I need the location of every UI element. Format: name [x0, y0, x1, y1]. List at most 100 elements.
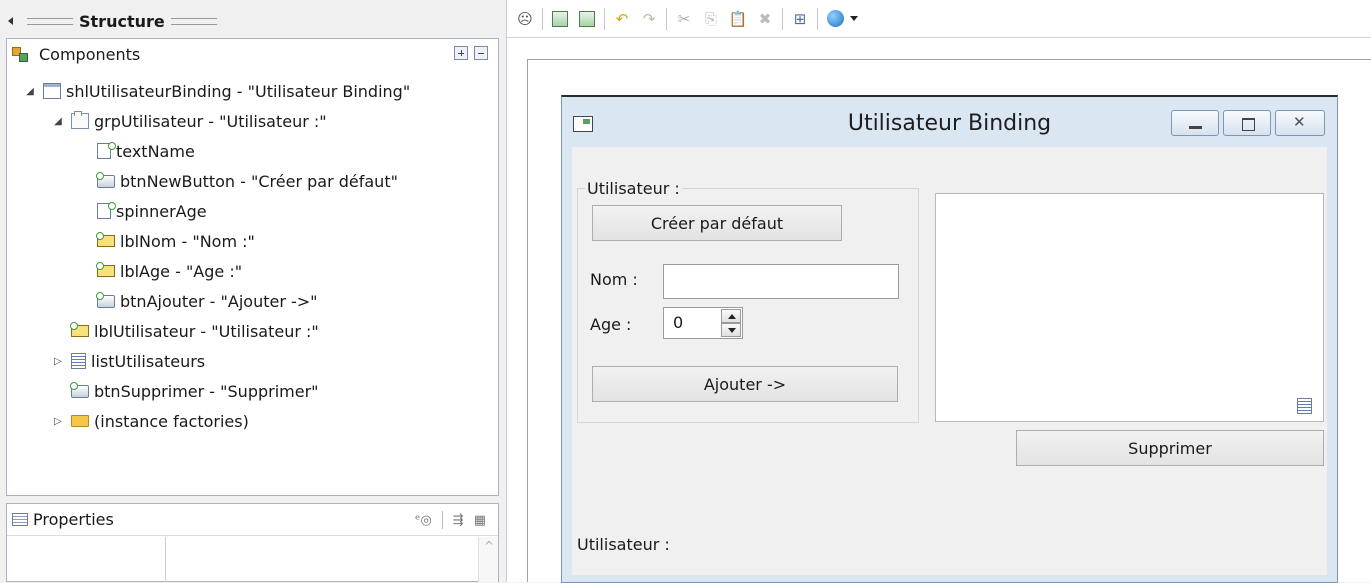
- delete-button[interactable]: Supprimer: [1016, 430, 1324, 466]
- chevron-down-icon[interactable]: [850, 16, 858, 21]
- designer-toolbar: ☹ ↶ ↷ ✂ ⎘ 📋 ✖ ⊞: [507, 0, 1371, 38]
- drag-grip-icon[interactable]: [170, 17, 217, 25]
- tree-item-label: lblUtilisateur - "Utilisateur :": [94, 321, 319, 341]
- button-icon: [96, 291, 115, 308]
- user-summary-label: Utilisateur :: [577, 535, 670, 554]
- delete-icon[interactable]: ✖: [755, 9, 775, 29]
- tree-item-group[interactable]: ◢ grpUtilisateur - "Utilisateur :": [53, 106, 327, 136]
- create-default-button[interactable]: Créer par défaut: [592, 205, 842, 241]
- look-and-feel-icon[interactable]: [825, 9, 845, 29]
- name-field[interactable]: [663, 264, 899, 299]
- tree-item-label: btnAjouter - "Ajouter ->": [120, 291, 318, 311]
- tree-item-label: lblNom - "Nom :": [120, 231, 255, 251]
- window-titlebar[interactable]: Utilisateur Binding: [562, 97, 1337, 147]
- tree-item-lblnom[interactable]: lblNom - "Nom :": [96, 226, 255, 256]
- collapsed-arrow-icon[interactable]: ▷: [53, 416, 63, 427]
- label-icon: [96, 262, 115, 277]
- structure-title: Structure: [79, 11, 165, 31]
- collapse-left-icon[interactable]: [8, 17, 13, 25]
- label-icon: [70, 322, 89, 337]
- name-label: Nom :: [590, 270, 638, 289]
- tree-item-spinnerage[interactable]: spinnerAge: [97, 196, 207, 226]
- tree-item-listutilisateurs[interactable]: ▷ listUtilisateurs: [53, 346, 205, 376]
- button-icon: [96, 171, 115, 188]
- goto-definition-icon[interactable]: ⇶: [453, 513, 464, 528]
- components-header: Components: [7, 39, 498, 69]
- tree-item-btnajouter[interactable]: btnAjouter - "Ajouter ->": [96, 286, 318, 316]
- tree-item-shell[interactable]: ◢ shlUtilisateurBinding - "Utilisateur B…: [25, 76, 410, 106]
- tree-item-btnnewbutton[interactable]: btnNewButton - "Créer par défaut": [96, 166, 398, 196]
- list-icon: [71, 353, 86, 369]
- properties-label: Properties: [33, 510, 114, 529]
- toolbar-separator: [441, 511, 443, 529]
- drag-grip-icon[interactable]: [27, 17, 73, 25]
- designer-editor: ☹ ↶ ↷ ✂ ⎘ 📋 ✖ ⊞ Utilisateur Binding ✕ Ut…: [506, 0, 1371, 583]
- components-label: Components: [39, 44, 141, 64]
- redo-icon[interactable]: ↷: [639, 9, 659, 29]
- tree-item-label: btnNewButton - "Créer par défaut": [120, 171, 398, 191]
- collapse-all-icon[interactable]: [474, 46, 488, 60]
- refresh-icon[interactable]: [577, 9, 597, 29]
- tree-item-lblutilisateur[interactable]: lblUtilisateur - "Utilisateur :": [70, 316, 319, 346]
- cut-icon[interactable]: ✂: [674, 9, 694, 29]
- expanded-arrow-icon[interactable]: ◢: [53, 116, 63, 127]
- toolbar-separator: [604, 7, 605, 30]
- user-group-title: Utilisateur :: [585, 179, 682, 198]
- paste-icon[interactable]: 📋: [728, 9, 748, 29]
- window-client-area: Utilisateur : Créer par défaut Nom : Age…: [572, 147, 1327, 575]
- properties-icon: [12, 513, 28, 526]
- copy-icon[interactable]: ⎘: [701, 9, 721, 29]
- test-preview-icon[interactable]: ☹: [515, 9, 535, 29]
- toolbar-separator: [666, 7, 667, 30]
- design-canvas[interactable]: Utilisateur Binding Utilisateur : Créer …: [527, 59, 1371, 583]
- collapsed-arrow-icon[interactable]: ▷: [53, 356, 63, 367]
- column-divider: [165, 537, 166, 582]
- tree-item-instance-factories[interactable]: ▷ (instance factories): [53, 406, 249, 436]
- tree-item-label: shlUtilisateurBinding - "Utilisateur Bin…: [66, 81, 411, 101]
- spinner-icon: [97, 202, 116, 219]
- show-advanced-icon[interactable]: ▦: [474, 513, 486, 528]
- age-spinner[interactable]: 0: [663, 307, 743, 339]
- tree-item-label: spinnerAge: [116, 201, 207, 221]
- button-icon: [70, 381, 89, 398]
- components-icon: [12, 47, 28, 62]
- expand-all-icon[interactable]: [454, 46, 468, 60]
- age-label: Age :: [590, 315, 632, 334]
- label-icon: [96, 232, 115, 247]
- tree-item-label: lblAge - "Age :": [120, 261, 243, 281]
- properties-table[interactable]: [7, 537, 498, 582]
- bindings-icon[interactable]: [550, 9, 570, 29]
- folder-icon: [71, 415, 89, 427]
- toolbar-separator: [817, 7, 818, 30]
- structure-panel: Structure Components ◢ shlUtilisateurBin…: [0, 0, 506, 582]
- tree-item-lblage[interactable]: lblAge - "Age :": [96, 256, 243, 286]
- tree-item-label: btnSupprimer - "Supprimer": [94, 381, 319, 401]
- tree-item-label: (instance factories): [94, 411, 249, 431]
- text-field-icon: [97, 142, 116, 159]
- expanded-arrow-icon[interactable]: ◢: [25, 86, 35, 97]
- vertical-scrollbar[interactable]: [478, 537, 498, 582]
- maximize-button[interactable]: [1223, 110, 1271, 136]
- group-icon: [71, 111, 89, 129]
- users-list[interactable]: [935, 193, 1324, 422]
- add-button[interactable]: Ajouter ->: [592, 366, 898, 402]
- tree-item-label: grpUtilisateur - "Utilisateur :": [94, 111, 327, 131]
- properties-header: Properties ᵉ◎ ⇶ ▦: [7, 504, 498, 536]
- tree-item-textname[interactable]: textName: [97, 136, 195, 166]
- shell-window-icon: [43, 83, 61, 99]
- spinner-up-icon[interactable]: [721, 309, 741, 323]
- toolbar-separator: [542, 7, 543, 30]
- tab-order-icon[interactable]: ⊞: [790, 9, 810, 29]
- designed-window[interactable]: Utilisateur Binding Utilisateur : Créer …: [561, 95, 1338, 583]
- tree-item-label: listUtilisateurs: [91, 351, 206, 371]
- spinner-down-icon[interactable]: [721, 323, 741, 337]
- show-events-icon[interactable]: ᵉ◎: [415, 513, 432, 528]
- components-view: Components ◢ shlUtilisateurBinding - "Ut…: [6, 38, 499, 496]
- tree-item-label: textName: [116, 141, 195, 161]
- tree-item-btnsupprimer[interactable]: btnSupprimer - "Supprimer": [70, 376, 319, 406]
- age-value: 0: [673, 313, 684, 332]
- structure-header: Structure: [0, 6, 500, 36]
- undo-icon[interactable]: ↶: [612, 9, 632, 29]
- close-button[interactable]: [1275, 110, 1325, 136]
- minimize-button[interactable]: [1171, 110, 1219, 136]
